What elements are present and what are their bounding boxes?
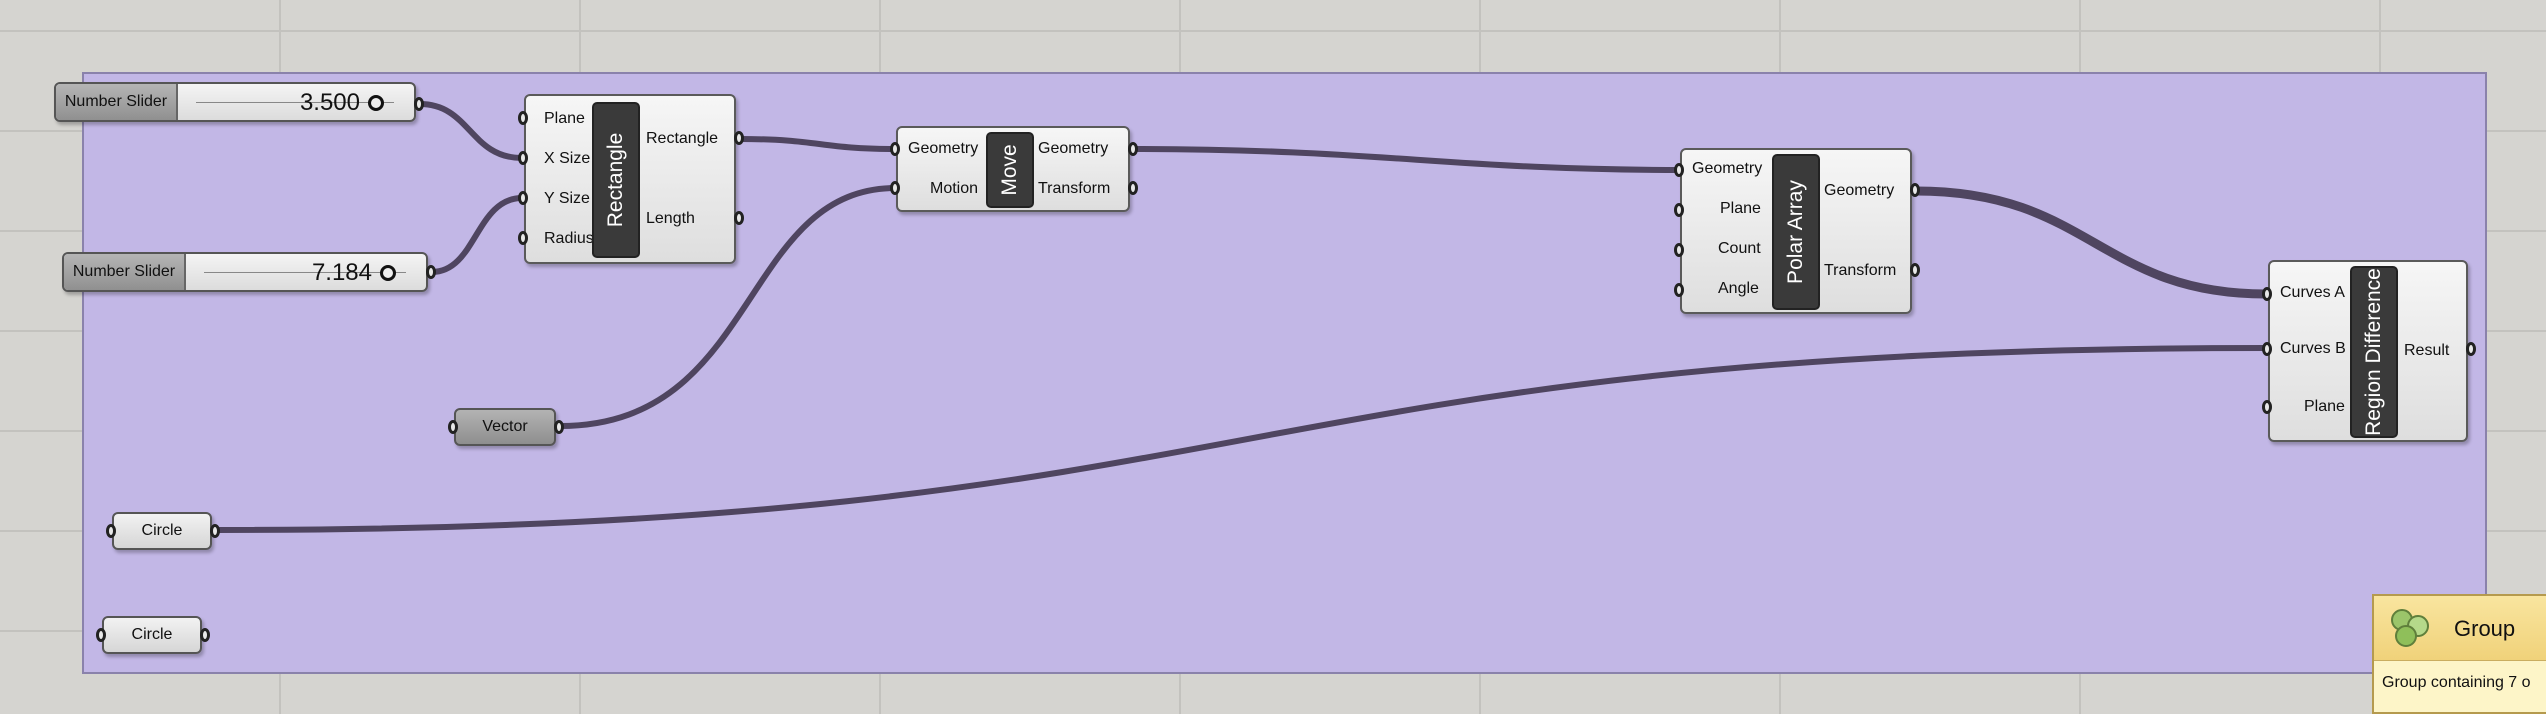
output-grip-length[interactable] (734, 211, 744, 225)
number-slider-2[interactable]: Number Slider 7.184 (62, 252, 428, 292)
input-grip-curves-b[interactable] (2262, 342, 2272, 356)
slider-track[interactable] (196, 94, 394, 103)
component-title[interactable]: Rectangle (592, 102, 640, 258)
input-grip-geometry[interactable] (1674, 163, 1684, 177)
input-count: Count (1718, 240, 1761, 257)
output-grip-transform[interactable] (1128, 181, 1138, 195)
output-grip-rectangle[interactable] (734, 131, 744, 145)
output-transform: Transform (1038, 180, 1111, 197)
input-geometry: Geometry (908, 140, 979, 157)
output-grip[interactable] (210, 524, 220, 538)
input-grip-plane[interactable] (1674, 203, 1684, 217)
output-result: Result (2404, 342, 2450, 359)
input-grip-radius[interactable] (518, 231, 528, 245)
circle-param-1[interactable]: Circle (112, 512, 212, 550)
input-y-size: Y Size (544, 190, 590, 207)
group-icon (2391, 609, 2429, 647)
input-angle: Angle (1718, 280, 1759, 297)
input-grip-motion[interactable] (890, 181, 900, 195)
input-grip-y-size[interactable] (518, 191, 528, 205)
output-grip-result[interactable] (2466, 342, 2476, 356)
slider-value: 3.500 (299, 89, 360, 116)
input-plane: Plane (544, 110, 585, 127)
input-curves-b: Curves B (2280, 340, 2346, 357)
output-geometry: Geometry (1038, 140, 1109, 157)
input-plane: Plane (1720, 200, 1761, 217)
output-grip-geometry[interactable] (1910, 183, 1920, 197)
input-grip-plane[interactable] (2262, 400, 2272, 414)
component-title[interactable]: Region Difference (2350, 266, 2398, 438)
input-grip-plane[interactable] (518, 111, 528, 125)
number-slider-1[interactable]: Number Slider 3.500 (54, 82, 416, 122)
output-length: Length (646, 210, 695, 227)
output-grip-transform[interactable] (1910, 263, 1920, 277)
move-component[interactable]: Geometry Motion Move Geometry Transform (896, 126, 1130, 212)
slider-knob[interactable] (380, 265, 396, 281)
input-grip-count[interactable] (1674, 243, 1684, 257)
slider-label: Number Slider (56, 84, 178, 120)
input-grip-x-size[interactable] (518, 151, 528, 165)
output-grip-geometry[interactable] (1128, 142, 1138, 156)
input-curves-a: Curves A (2280, 284, 2345, 301)
tooltip-title: Group (2454, 616, 2516, 641)
input-plane: Plane (2304, 398, 2345, 415)
component-group[interactable] (82, 72, 2487, 674)
output-transform: Transform (1824, 262, 1897, 279)
slider-track[interactable] (204, 264, 406, 273)
output-grip[interactable] (426, 265, 436, 279)
input-grip-curves-a[interactable] (2262, 287, 2272, 301)
input-grip[interactable] (106, 524, 116, 538)
input-radius: Radius (544, 230, 594, 247)
slider-label: Number Slider (64, 254, 186, 290)
output-geometry: Geometry (1824, 182, 1895, 199)
region-difference-component[interactable]: Curves A Curves B Plane Region Differenc… (2268, 260, 2468, 442)
vector-param[interactable]: Vector (454, 408, 556, 446)
input-grip[interactable] (96, 628, 106, 642)
output-grip[interactable] (200, 628, 210, 642)
tooltip-header: Group (2374, 596, 2546, 661)
rectangle-component[interactable]: Plane X Size Y Size Radius Rectangle Rec… (524, 94, 736, 264)
output-rectangle: Rectangle (646, 130, 719, 147)
output-grip[interactable] (414, 97, 424, 111)
polar-array-component[interactable]: Geometry Plane Count Angle Polar Array G… (1680, 148, 1912, 314)
output-grip[interactable] (554, 420, 564, 434)
slider-value: 7.184 (311, 259, 372, 286)
group-tooltip: Group Group containing 7 o (2372, 594, 2546, 714)
input-grip-geometry[interactable] (890, 142, 900, 156)
component-title[interactable]: Polar Array (1772, 154, 1820, 310)
input-motion: Motion (930, 180, 979, 197)
tooltip-description: Group containing 7 o (2382, 674, 2531, 691)
circle-param-2[interactable]: Circle (102, 616, 202, 654)
input-grip[interactable] (448, 420, 458, 434)
input-grip-angle[interactable] (1674, 283, 1684, 297)
slider-knob[interactable] (368, 95, 384, 111)
input-geometry: Geometry (1692, 160, 1763, 177)
input-x-size: X Size (544, 150, 591, 167)
component-title[interactable]: Move (986, 132, 1034, 208)
